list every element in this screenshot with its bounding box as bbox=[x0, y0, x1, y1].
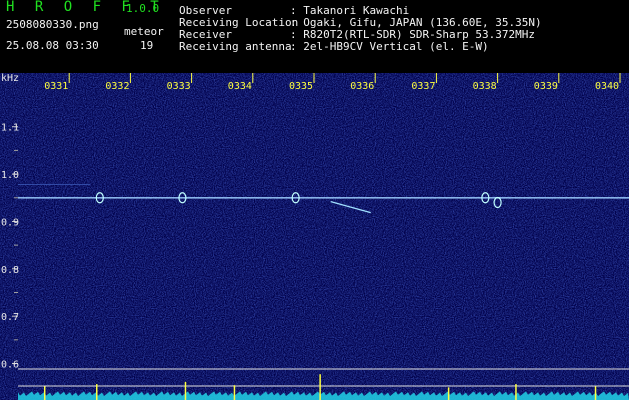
app-version: 1.0.0 bbox=[126, 2, 160, 15]
x-tick-label: 0338 bbox=[473, 81, 497, 92]
y-tick-label: 0.8 bbox=[1, 265, 19, 276]
timestamp: 25.08.08 03:30 bbox=[6, 39, 99, 52]
spectrum-fill bbox=[18, 391, 629, 400]
y-tick-label: 0.6 bbox=[1, 360, 19, 371]
file-name: 2508080330.png bbox=[6, 18, 99, 31]
x-tick-label: 0335 bbox=[289, 81, 313, 92]
y-tick-label: 0.9 bbox=[1, 217, 19, 228]
x-tick-label: 0333 bbox=[167, 81, 191, 92]
x-tick-label: 0339 bbox=[534, 81, 558, 92]
antenna-label: Receiving antenna bbox=[179, 40, 292, 53]
x-tick-label: 0336 bbox=[350, 81, 374, 92]
y-tick-label: 0.7 bbox=[1, 312, 19, 323]
spectrogram: kHz 1.1 1.0 0.9 0.8 0.7 0.6 0331 0332 0333 0334 0… bbox=[0, 73, 629, 400]
x-tick-label: 0337 bbox=[411, 81, 435, 92]
spectrogram-noise bbox=[0, 73, 629, 400]
x-tick-label: 0331 bbox=[44, 81, 68, 92]
x-tick-label: 0334 bbox=[228, 81, 252, 92]
x-tick-label: 0332 bbox=[105, 81, 129, 92]
y-tick-label: 1.1 bbox=[1, 123, 19, 134]
meteor-count: 19 bbox=[140, 39, 154, 52]
antenna-value: : 2el-HB9CV Vertical (el. E-W) bbox=[290, 40, 489, 53]
x-tick-label: 0340 bbox=[595, 81, 619, 92]
y-unit-label: kHz bbox=[1, 73, 19, 84]
y-tick-label: 1.0 bbox=[1, 170, 19, 181]
header-panel: H R O F F T 1.0.0 2508080330.png meteor … bbox=[0, 0, 629, 73]
meteor-label: meteor bbox=[124, 25, 164, 38]
